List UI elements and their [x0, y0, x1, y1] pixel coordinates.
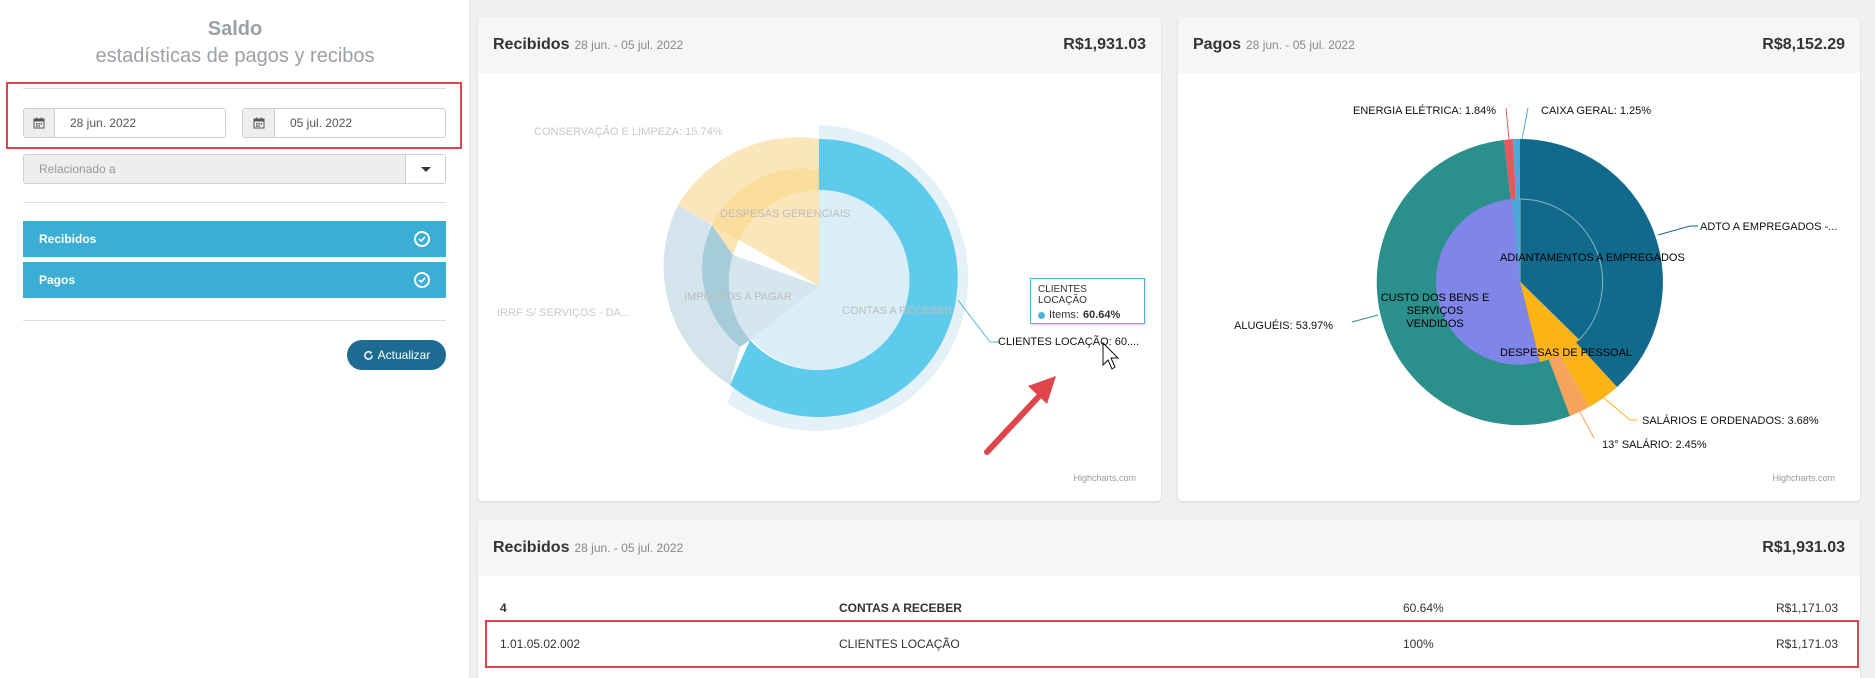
divider	[23, 320, 446, 321]
refresh-icon	[363, 350, 373, 360]
sidebar-subtitle: estadísticas de pagos y recibos	[95, 45, 375, 67]
update-button[interactable]: Actualizar	[347, 340, 446, 370]
inner-label-adiantamentos: ADIANTAMENTOS A EMPREGADOS	[1500, 252, 1685, 264]
panel-header: Recibidos 28 jun. - 05 jul. 2022 R$1,931…	[478, 520, 1860, 576]
inner-label-contas: CONTAS A RECEBER	[842, 305, 953, 317]
related-select[interactable]: Relacionado a	[23, 154, 446, 184]
chart-tooltip: CLIENTES LOCAÇÃO Items: 60.64%	[1030, 278, 1145, 324]
panel-header: Pagos 28 jun. - 05 jul. 2022 R$8,152.29	[1178, 17, 1860, 73]
sidebar-title: Saldo	[207, 18, 263, 40]
cell-pct: 60.64%	[1403, 601, 1444, 615]
tooltip-series: Items:	[1049, 309, 1079, 321]
series-dot-icon	[1038, 311, 1045, 319]
highlight-frame	[6, 82, 462, 149]
panel-amount: R$8,152.29	[1762, 36, 1845, 53]
inner-label-despesas: DESPESAS GERENCIAIS	[720, 208, 851, 220]
label-irrf: IRRF S/ SERVIÇOS - DA...	[497, 307, 631, 319]
panel-date-range: 28 jun. - 05 jul. 2022	[1246, 38, 1355, 52]
divider	[23, 202, 446, 203]
toggle-pagos-label: Pagos	[39, 273, 76, 287]
toggle-pagos[interactable]: Pagos	[23, 262, 446, 298]
tooltip-title: CLIENTES LOCAÇÃO	[1038, 284, 1087, 306]
sidebar: Saldo estadísticas de pagos y recibos Re…	[0, 0, 470, 678]
update-button-label: Actualizar	[377, 348, 431, 362]
panel-header: Recibidos 28 jun. - 05 jul. 2022 R$1,931…	[478, 17, 1161, 73]
panel-title: Pagos	[1193, 36, 1242, 53]
panel-title: Recibidos	[493, 539, 570, 556]
label-adto: ADTO A EMPREGADOS -...	[1700, 221, 1838, 233]
highlight-frame	[485, 620, 1859, 668]
label-13-salario: 13° SALÁRIO: 2.45%	[1602, 439, 1707, 451]
label-salarios: SALÁRIOS E ORDENADOS: 3.68%	[1642, 415, 1819, 427]
tooltip-value: 60.64%	[1082, 309, 1121, 321]
toggle-recibidos-label: Recibidos	[39, 232, 97, 246]
cell-name: CONTAS A RECEBER	[839, 601, 962, 615]
chart-credit[interactable]: Highcharts.com	[1772, 473, 1835, 483]
check-circle-icon	[414, 231, 430, 247]
label-alugueis: ALUGUÉIS: 53.97%	[1234, 320, 1334, 332]
label-conservacao: CONSERVAÇÃO E LIMPEZA: 15.74%	[534, 126, 723, 138]
label-clientes-locacao: CLIENTES LOCAÇÃO: 60....	[998, 336, 1140, 348]
label-caixa: CAIXA GERAL: 1.25%	[1541, 105, 1652, 117]
recibidos-chart-panel: Recibidos 28 jun. - 05 jul. 2022 R$1,931…	[478, 17, 1161, 501]
panel-date-range: 28 jun. - 05 jul. 2022	[574, 38, 684, 52]
panel-title: Recibidos	[493, 36, 570, 53]
inner-label-pessoal: DESPESAS DE PESSOAL	[1500, 347, 1633, 359]
panel-amount: R$1,931.03	[1063, 36, 1146, 53]
panel-amount: R$1,931.03	[1762, 539, 1845, 556]
inner-label-custo: CUSTO DOS BENS E SERVIÇOS VENDIDOS	[1380, 292, 1490, 330]
related-select-placeholder[interactable]: Relacionado a	[24, 155, 405, 183]
label-energia: ENERGIA ELÉTRICA: 1.84%	[1353, 105, 1497, 117]
inner-label-impostos: IMPOSTOS A PAGAR	[684, 291, 792, 303]
check-circle-icon	[414, 272, 430, 288]
panel-date-range: 28 jun. - 05 jul. 2022	[574, 541, 684, 555]
toggle-recibidos[interactable]: Recibidos	[23, 221, 446, 257]
cell-value: R$1,171.03	[1775, 601, 1838, 615]
chevron-down-icon[interactable]	[405, 155, 445, 183]
chart-credit[interactable]: Highcharts.com	[1073, 473, 1136, 483]
cell-code: 4	[500, 601, 507, 615]
